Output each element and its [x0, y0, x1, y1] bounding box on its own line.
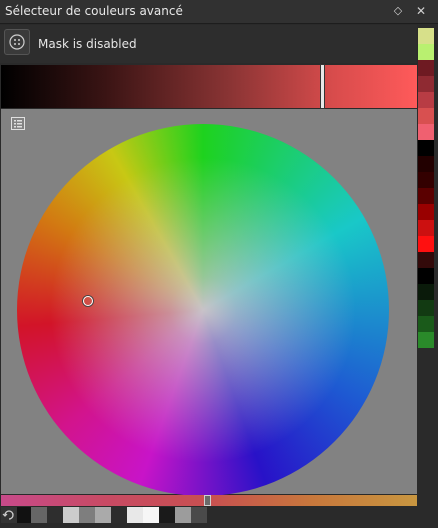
side-swatch[interactable] [418, 140, 434, 156]
color-history [1, 507, 207, 523]
history-refresh-icon[interactable] [1, 507, 17, 523]
value-slider[interactable] [1, 65, 417, 108]
side-swatch[interactable] [418, 124, 434, 140]
hue-slider-handle[interactable] [204, 495, 211, 506]
history-swatch[interactable] [31, 507, 47, 523]
side-swatch[interactable] [418, 188, 434, 204]
side-swatch[interactable] [418, 268, 434, 284]
history-swatch[interactable] [95, 507, 111, 523]
history-swatch[interactable] [175, 507, 191, 523]
title-bar: Sélecteur de couleurs avancé ◇ ✕ [0, 0, 438, 24]
side-swatch[interactable] [418, 236, 434, 252]
color-wheel-area [1, 109, 417, 496]
history-swatch[interactable] [111, 507, 127, 523]
side-swatch[interactable] [418, 108, 434, 124]
side-swatch[interactable] [418, 92, 434, 108]
close-icon[interactable]: ✕ [414, 3, 428, 19]
history-swatch[interactable] [63, 507, 79, 523]
history-swatch[interactable] [17, 507, 31, 523]
history-swatch[interactable] [143, 507, 159, 523]
mask-icon [9, 34, 25, 50]
side-swatch[interactable] [418, 156, 434, 172]
side-swatch[interactable] [418, 284, 434, 300]
float-icon[interactable]: ◇ [391, 3, 405, 19]
history-swatch[interactable] [159, 507, 175, 523]
hue-saturation-wheel[interactable] [17, 124, 389, 496]
history-swatch[interactable] [127, 507, 143, 523]
side-swatch[interactable] [418, 220, 434, 236]
history-swatch[interactable] [79, 507, 95, 523]
history-swatch[interactable] [191, 507, 207, 523]
settings-icon[interactable] [11, 117, 25, 130]
side-swatch[interactable] [418, 252, 434, 268]
side-swatch[interactable] [418, 316, 434, 332]
window-title: Sélecteur de couleurs avancé [5, 4, 183, 18]
side-swatch[interactable] [418, 300, 434, 316]
value-slider-handle[interactable] [321, 65, 324, 108]
mask-toolbar: Mask is disabled [0, 25, 417, 63]
color-picker-cursor[interactable] [83, 296, 93, 306]
mask-toggle-button[interactable] [4, 29, 30, 55]
side-swatch[interactable] [418, 60, 434, 76]
side-swatch[interactable] [418, 76, 434, 92]
side-swatch[interactable] [418, 44, 434, 60]
mask-status-label: Mask is disabled [38, 37, 137, 51]
side-swatch[interactable] [418, 172, 434, 188]
history-swatch[interactable] [47, 507, 63, 523]
color-swatch-column [418, 28, 434, 348]
side-swatch[interactable] [418, 332, 434, 348]
side-swatch[interactable] [418, 204, 434, 220]
side-swatch[interactable] [418, 28, 434, 44]
